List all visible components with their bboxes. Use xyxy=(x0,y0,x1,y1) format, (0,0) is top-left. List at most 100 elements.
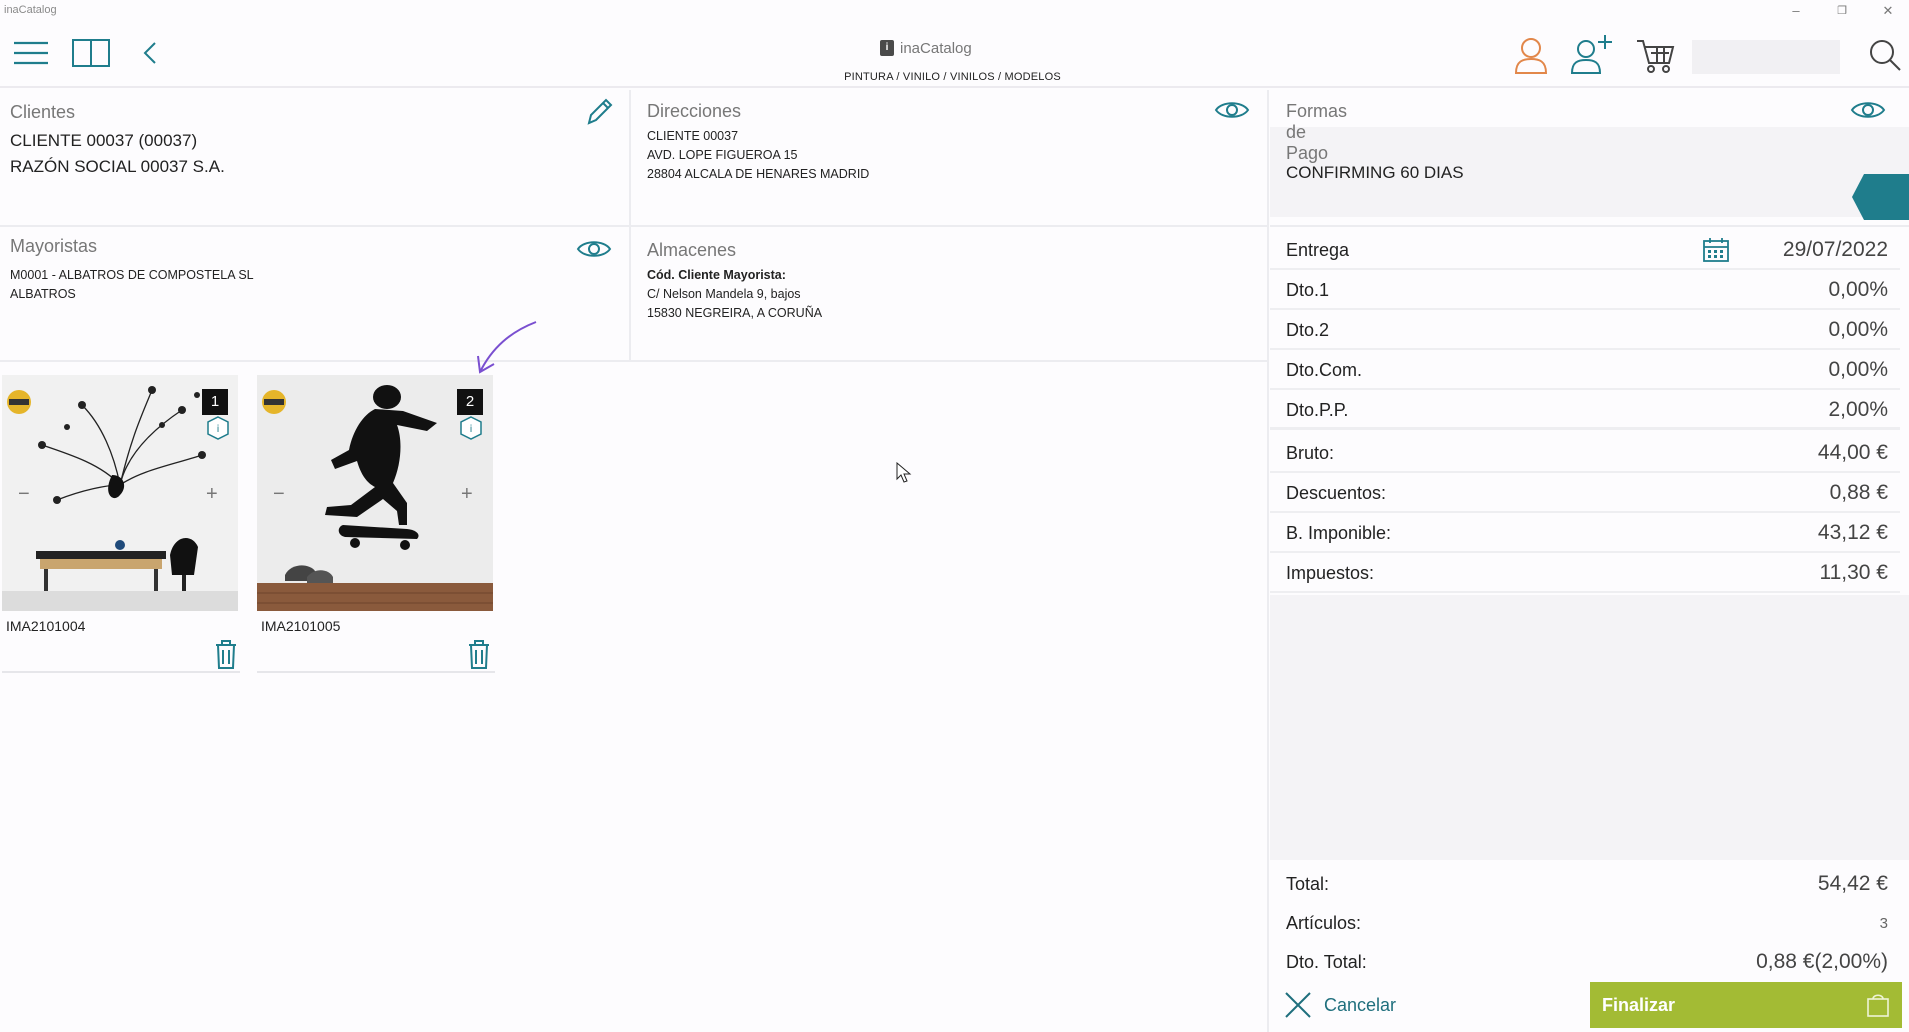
client-razon-social: RAZÓN SOCIAL 00037 S.A. xyxy=(10,157,225,176)
cancel-x-icon xyxy=(1285,992,1311,1018)
promo-seal-icon xyxy=(6,389,32,415)
edit-pencil-icon[interactable] xyxy=(584,96,614,128)
clientes-title: Clientes xyxy=(10,102,76,122)
info-hex-icon[interactable]: i xyxy=(206,415,230,441)
almacen-line: C/ Nelson Mandela 9, bajos xyxy=(647,287,801,301)
articulos-value: 3 xyxy=(1879,915,1888,932)
address-line: AVD. LOPE FIGUEROA 15 xyxy=(647,148,798,162)
dto-total-value: 0,88 €(2,00%) xyxy=(1756,950,1888,973)
search-icon[interactable] xyxy=(1866,36,1904,74)
summary-value: 0,00% xyxy=(1828,358,1888,381)
summary-label: Dto.Com. xyxy=(1286,360,1363,380)
breadcrumb: PINTURA / VINILO / VINILOS / MODELOS xyxy=(844,71,1061,83)
client-name: CLIENTE 00037 (00037) xyxy=(10,131,198,150)
info-hex-icon[interactable]: i xyxy=(459,415,483,441)
increase-quantity-button[interactable]: + xyxy=(461,484,481,504)
divider xyxy=(0,225,1267,227)
catalog-book-icon[interactable] xyxy=(70,36,112,70)
summary-row-impuestos: Impuestos: 11,30 € xyxy=(1270,553,1900,593)
decrease-quantity-button[interactable]: − xyxy=(18,484,38,504)
summary-label: Dto.1 xyxy=(1286,280,1330,300)
divider xyxy=(1270,225,1909,227)
view-eye-icon[interactable] xyxy=(1850,98,1886,122)
almacen-label: Cód. Cliente Mayorista: xyxy=(647,268,786,282)
decrease-quantity-button[interactable]: − xyxy=(273,484,293,504)
finish-button[interactable]: Finalizar xyxy=(1590,982,1902,1028)
summary-label: Impuestos: xyxy=(1286,563,1375,583)
summary-label: Dto.2 xyxy=(1286,320,1330,340)
product-card[interactable]: 2 i − + IMA2101005 xyxy=(257,375,495,675)
svg-text:i: i xyxy=(217,424,220,435)
product-number-badge: 1 xyxy=(202,389,228,415)
articulos-label: Artículos: xyxy=(1286,913,1362,933)
direcciones-title: Direcciones xyxy=(647,101,742,121)
entrega-row[interactable]: Entrega 29/07/2022 xyxy=(1270,230,1900,270)
trash-icon[interactable] xyxy=(467,640,491,670)
total-label: Total: xyxy=(1286,874,1330,894)
summary-label: B. Imponible: xyxy=(1286,523,1392,543)
payment-tab-indicator[interactable] xyxy=(1852,174,1909,220)
brand-name: inaCatalog xyxy=(900,39,972,57)
product-code: IMA2101004 xyxy=(6,618,86,634)
almacenes-title: Almacenes xyxy=(647,240,737,260)
increase-quantity-button[interactable]: + xyxy=(206,484,226,504)
annotation-arrow-icon xyxy=(470,318,540,378)
summary-row-dto2: Dto.2 0,00% xyxy=(1270,310,1900,350)
add-user-icon[interactable] xyxy=(1568,32,1614,76)
address-line: 28804 ALCALA DE HENARES MADRID xyxy=(647,167,870,181)
brand-logo-icon: i xyxy=(880,40,894,56)
dto-total-label: Dto. Total: xyxy=(1286,952,1367,972)
product-card[interactable]: 1 i − + IMA2101004 xyxy=(2,375,240,675)
payment-method-value: CONFIRMING 60 DIAS xyxy=(1286,163,1464,182)
card-divider xyxy=(257,671,495,673)
calendar-icon[interactable] xyxy=(1702,236,1730,264)
product-code: IMA2101005 xyxy=(261,618,341,634)
articulos-row: Artículos: 3 xyxy=(1270,904,1900,942)
summary-row-bruto: Bruto: 44,00 € xyxy=(1270,433,1900,473)
maximize-button[interactable]: ❐ xyxy=(1824,2,1860,20)
summary-label: Descuentos: xyxy=(1286,483,1387,503)
summary-row-dtocom: Dto.Com. 0,00% xyxy=(1270,350,1900,390)
cancel-button[interactable]: Cancelar xyxy=(1270,982,1590,1028)
summary-row-dto1: Dto.1 0,00% xyxy=(1270,270,1900,310)
summary-label: Dto.P.P. xyxy=(1286,400,1349,420)
product-number-badge: 2 xyxy=(457,389,483,415)
summary-value: 0,88 € xyxy=(1829,481,1888,504)
mayoristas-title: Mayoristas xyxy=(10,236,98,256)
address-line: CLIENTE 00037 xyxy=(647,129,739,143)
view-eye-icon[interactable] xyxy=(576,237,612,261)
total-value: 54,42 € xyxy=(1817,872,1888,895)
summary-row-dtopp: Dto.P.P. 2,00% xyxy=(1270,390,1900,430)
divider xyxy=(1267,90,1269,1032)
cart-icon[interactable] xyxy=(1634,34,1676,76)
almacen-line: 15830 NEGREIRA, A CORUÑA xyxy=(647,306,823,320)
view-eye-icon[interactable] xyxy=(1214,98,1250,122)
user-icon[interactable] xyxy=(1512,34,1550,76)
summary-value: 0,00% xyxy=(1828,318,1888,341)
summary-label: Bruto: xyxy=(1286,443,1335,463)
close-button[interactable]: ✕ xyxy=(1870,2,1906,20)
minimize-button[interactable]: – xyxy=(1778,2,1814,20)
dto-total-row: Dto. Total: 0,88 €(2,00%) xyxy=(1270,943,1900,981)
trash-icon[interactable] xyxy=(214,640,238,670)
total-row: Total: 54,42 € xyxy=(1270,865,1900,903)
formas-pago-title: Formas de Pago xyxy=(1286,101,1348,163)
summary-value: 44,00 € xyxy=(1817,441,1888,464)
summary-value: 43,12 € xyxy=(1817,521,1888,544)
svg-text:i: i xyxy=(470,424,473,435)
top-bar: i inaCatalog PINTURA / VINILO / VINILOS … xyxy=(0,22,1909,88)
mouse-cursor-icon xyxy=(896,461,912,484)
divider xyxy=(0,360,1267,362)
window-title: inaCatalog xyxy=(4,4,57,16)
mayorista-line: M0001 - ALBATROS DE COMPOSTELA SL xyxy=(10,268,254,282)
menu-icon[interactable] xyxy=(10,36,52,70)
summary-row-base-imponible: B. Imponible: 43,12 € xyxy=(1270,513,1900,553)
shopping-bag-icon xyxy=(1867,994,1889,1017)
window-titlebar: inaCatalog – ❐ ✕ xyxy=(0,0,1909,22)
entrega-label: Entrega xyxy=(1286,240,1350,260)
search-input[interactable] xyxy=(1692,40,1840,74)
card-divider xyxy=(2,671,240,673)
promo-seal-icon xyxy=(261,389,287,415)
summary-value: 2,00% xyxy=(1828,398,1888,421)
back-chevron-icon[interactable] xyxy=(138,38,162,68)
